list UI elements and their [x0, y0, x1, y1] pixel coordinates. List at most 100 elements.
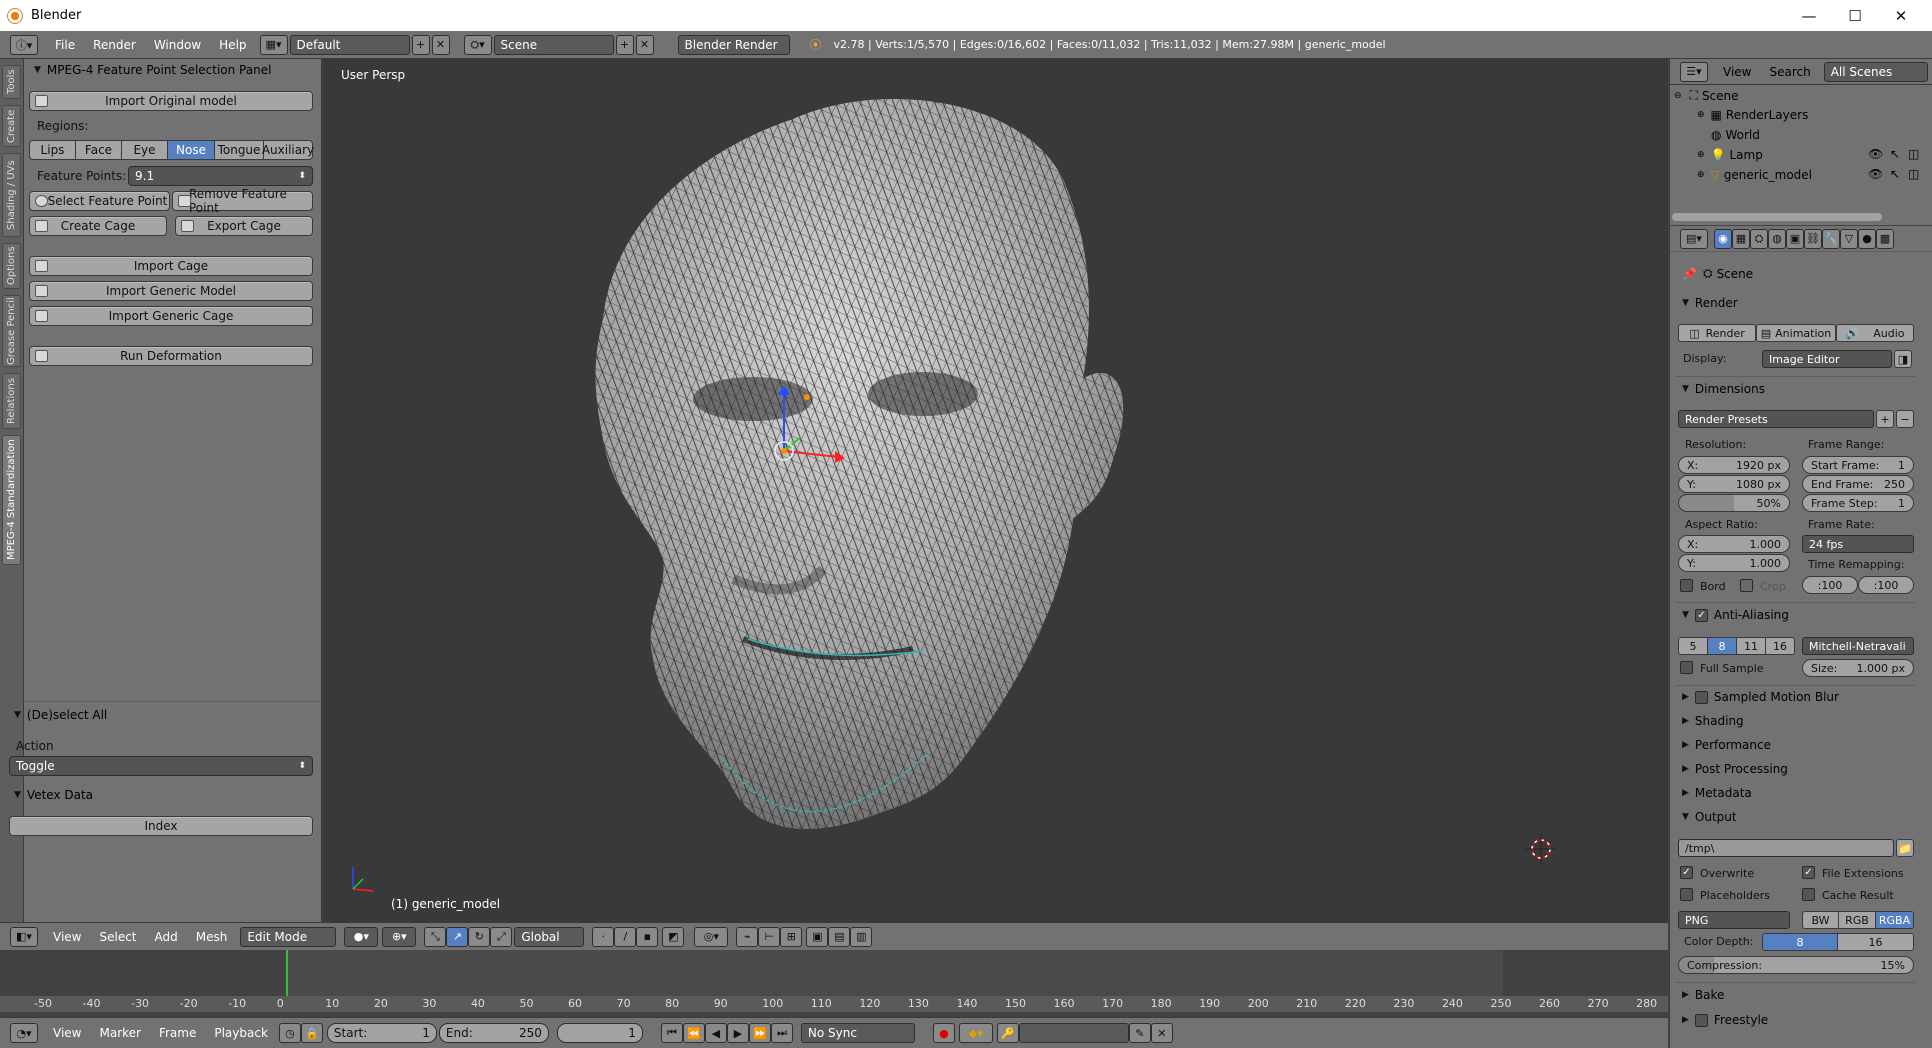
- freestyle-section-header[interactable]: ▶ Freestyle: [1682, 1013, 1768, 1027]
- viewport-shading-icon[interactable]: ●▾: [344, 926, 379, 947]
- performance-section-header[interactable]: ▶ Performance: [1682, 738, 1771, 752]
- data-tab-icon[interactable]: ▽: [1840, 228, 1858, 249]
- add-preset-icon[interactable]: +: [1876, 410, 1894, 428]
- visibility-eye-icon[interactable]: 👁: [1868, 167, 1883, 181]
- import-original-model-button[interactable]: Import Original model: [29, 91, 313, 111]
- remove-scene-icon[interactable]: ✕: [635, 34, 654, 55]
- resolution-y-field[interactable]: Y: 1080 px: [1678, 475, 1790, 493]
- aa-samples-16[interactable]: 16: [1765, 637, 1795, 655]
- aa-filter-dropdown[interactable]: Mitchell-Netravali: [1802, 637, 1914, 655]
- visibility-eye-icon[interactable]: 👁: [1868, 147, 1883, 161]
- menu-mesh[interactable]: Mesh: [187, 930, 237, 944]
- modifiers-tab-icon[interactable]: 🔧: [1822, 228, 1840, 249]
- snap-element-icon[interactable]: ⊢: [758, 926, 781, 947]
- mode-dropdown[interactable]: Edit Mode: [240, 926, 337, 947]
- close-button[interactable]: ✕: [1878, 0, 1924, 31]
- vertex-panel-header[interactable]: ▼ Vetex Data: [14, 788, 93, 802]
- current-frame-field[interactable]: 1: [556, 1023, 643, 1043]
- outliner[interactable]: ☰▾ View Search All Scenes: [1669, 59, 1932, 225]
- output-path-field[interactable]: /tmp\: [1678, 839, 1894, 857]
- color-mode-rgb[interactable]: RGB: [1838, 911, 1876, 929]
- menu-file[interactable]: File: [46, 38, 84, 52]
- render-preview-icon[interactable]: ▣: [806, 926, 829, 947]
- time-remap-old-field[interactable]: :100: [1802, 576, 1858, 594]
- scene-tab-icon[interactable]: ⛭: [1750, 228, 1768, 249]
- opengl-anim-icon[interactable]: ▥: [850, 926, 873, 947]
- outliner-item-scene[interactable]: ⊖ ⛶ Scene: [1674, 88, 1739, 103]
- outliner-item-generic-model[interactable]: ⊕ ▽ generic_model: [1697, 168, 1812, 182]
- menu-window[interactable]: Window: [145, 38, 210, 52]
- sampled-motion-blur-header[interactable]: ▶ Sampled Motion Blur: [1682, 690, 1839, 704]
- menu-add[interactable]: Add: [146, 930, 187, 944]
- manipulator-toggle-icon[interactable]: ⤡: [424, 926, 447, 947]
- selectable-cursor-icon[interactable]: ↖: [1890, 147, 1900, 161]
- start-frame-field[interactable]: Start: 1: [326, 1023, 437, 1043]
- play-icon[interactable]: ▶: [726, 1023, 749, 1043]
- face-select-icon[interactable]: ▪: [636, 926, 659, 947]
- jump-keyframe-forward-icon[interactable]: ⏩: [748, 1023, 771, 1043]
- editor-type-3d-icon[interactable]: ◧▾: [10, 926, 38, 947]
- region-auxiliary[interactable]: Auxiliary: [262, 140, 314, 160]
- file-format-dropdown[interactable]: PNG: [1678, 911, 1790, 929]
- aspect-x-field[interactable]: X: 1.000: [1678, 535, 1790, 553]
- tab-mpeg4-standardization[interactable]: MPEG-4 Standardization: [2, 435, 21, 565]
- deselect-panel-header[interactable]: ▼ (De)select All: [14, 708, 107, 722]
- delete-key-icon[interactable]: ✕: [1150, 1023, 1173, 1043]
- index-button[interactable]: Index: [9, 816, 313, 836]
- scene-dropdown[interactable]: Scene: [493, 34, 614, 55]
- motion-blur-checkbox[interactable]: [1694, 690, 1708, 704]
- menu-help[interactable]: Help: [210, 38, 255, 52]
- full-sample-checkbox[interactable]: [1680, 661, 1693, 674]
- bake-section-header[interactable]: ▶ Bake: [1682, 988, 1724, 1002]
- menu-playback[interactable]: Playback: [205, 1026, 277, 1040]
- metadata-section-header[interactable]: ▶ Metadata: [1682, 786, 1752, 800]
- jump-start-icon[interactable]: ⏮: [660, 1023, 683, 1043]
- file-extensions-checkbox[interactable]: ✓: [1802, 866, 1815, 879]
- remove-layout-icon[interactable]: ✕: [431, 34, 450, 55]
- keying-set-icon[interactable]: 🔑: [996, 1023, 1019, 1043]
- audio-button[interactable]: 🔊 Audio: [1836, 324, 1914, 342]
- jump-end-icon[interactable]: ⏭: [770, 1023, 793, 1043]
- region-lips[interactable]: Lips: [29, 140, 76, 160]
- import-cage-button[interactable]: Import Cage: [29, 256, 313, 276]
- freestyle-checkbox[interactable]: [1694, 1013, 1708, 1027]
- anti-aliasing-checkbox[interactable]: ✓: [1694, 608, 1708, 622]
- remove-feature-point-button[interactable]: Remove Feature Point: [172, 187, 313, 215]
- lock-range-icon[interactable]: 🔒: [300, 1023, 323, 1043]
- folder-browse-icon[interactable]: 📁: [1896, 839, 1914, 857]
- outliner-scrollbar[interactable]: [1672, 213, 1882, 221]
- color-depth-16[interactable]: 16: [1837, 933, 1914, 951]
- mpeg-panel-header[interactable]: ▼ MPEG-4 Feature Point Selection Panel: [34, 63, 271, 77]
- region-tongue[interactable]: Tongue: [214, 140, 264, 160]
- cache-result-checkbox[interactable]: [1802, 888, 1815, 901]
- render-layers-tab-icon[interactable]: ▦: [1732, 228, 1750, 249]
- constraints-tab-icon[interactable]: ⛓: [1804, 228, 1822, 249]
- export-cage-button[interactable]: Export Cage: [175, 216, 313, 236]
- keying-icon[interactable]: ◆▾: [958, 1023, 993, 1043]
- world-tab-icon[interactable]: ◍: [1768, 228, 1786, 249]
- region-face[interactable]: Face: [75, 140, 122, 160]
- keying-set-field[interactable]: [1018, 1023, 1129, 1043]
- render-engine-dropdown[interactable]: Blender Render: [677, 34, 790, 55]
- texture-tab-icon[interactable]: ▩: [1876, 228, 1894, 249]
- screen-layout-icon[interactable]: ▦▾: [259, 34, 288, 55]
- translate-manipulator-icon[interactable]: ↗: [446, 926, 469, 947]
- scale-manipulator-icon[interactable]: ⤢: [490, 926, 513, 947]
- import-generic-model-button[interactable]: Import Generic Model: [29, 281, 313, 301]
- tab-shading-uvs[interactable]: Shading / UVs: [2, 153, 21, 237]
- tab-tools[interactable]: Tools: [2, 65, 21, 99]
- selectable-cursor-icon[interactable]: ↖: [1890, 167, 1900, 181]
- tab-grease-pencil[interactable]: Grease Pencil: [2, 295, 21, 367]
- material-tab-icon[interactable]: ●: [1858, 228, 1876, 249]
- add-layout-icon[interactable]: +: [411, 34, 430, 55]
- menu-timeline-view[interactable]: View: [44, 1026, 90, 1040]
- pin-icon[interactable]: 📌: [1682, 267, 1697, 281]
- snap-target-icon[interactable]: ⊞: [780, 926, 803, 947]
- minimize-button[interactable]: —: [1786, 0, 1832, 31]
- renderable-camera-icon[interactable]: ◫: [1908, 147, 1919, 161]
- scene-icon[interactable]: ⛭▾: [463, 34, 492, 55]
- menu-outliner-view[interactable]: View: [1714, 65, 1760, 79]
- import-generic-cage-button[interactable]: Import Generic Cage: [29, 306, 313, 326]
- lock-interface-icon[interactable]: ◨: [1894, 350, 1912, 368]
- pivot-point-icon[interactable]: ⊕▾: [382, 926, 417, 947]
